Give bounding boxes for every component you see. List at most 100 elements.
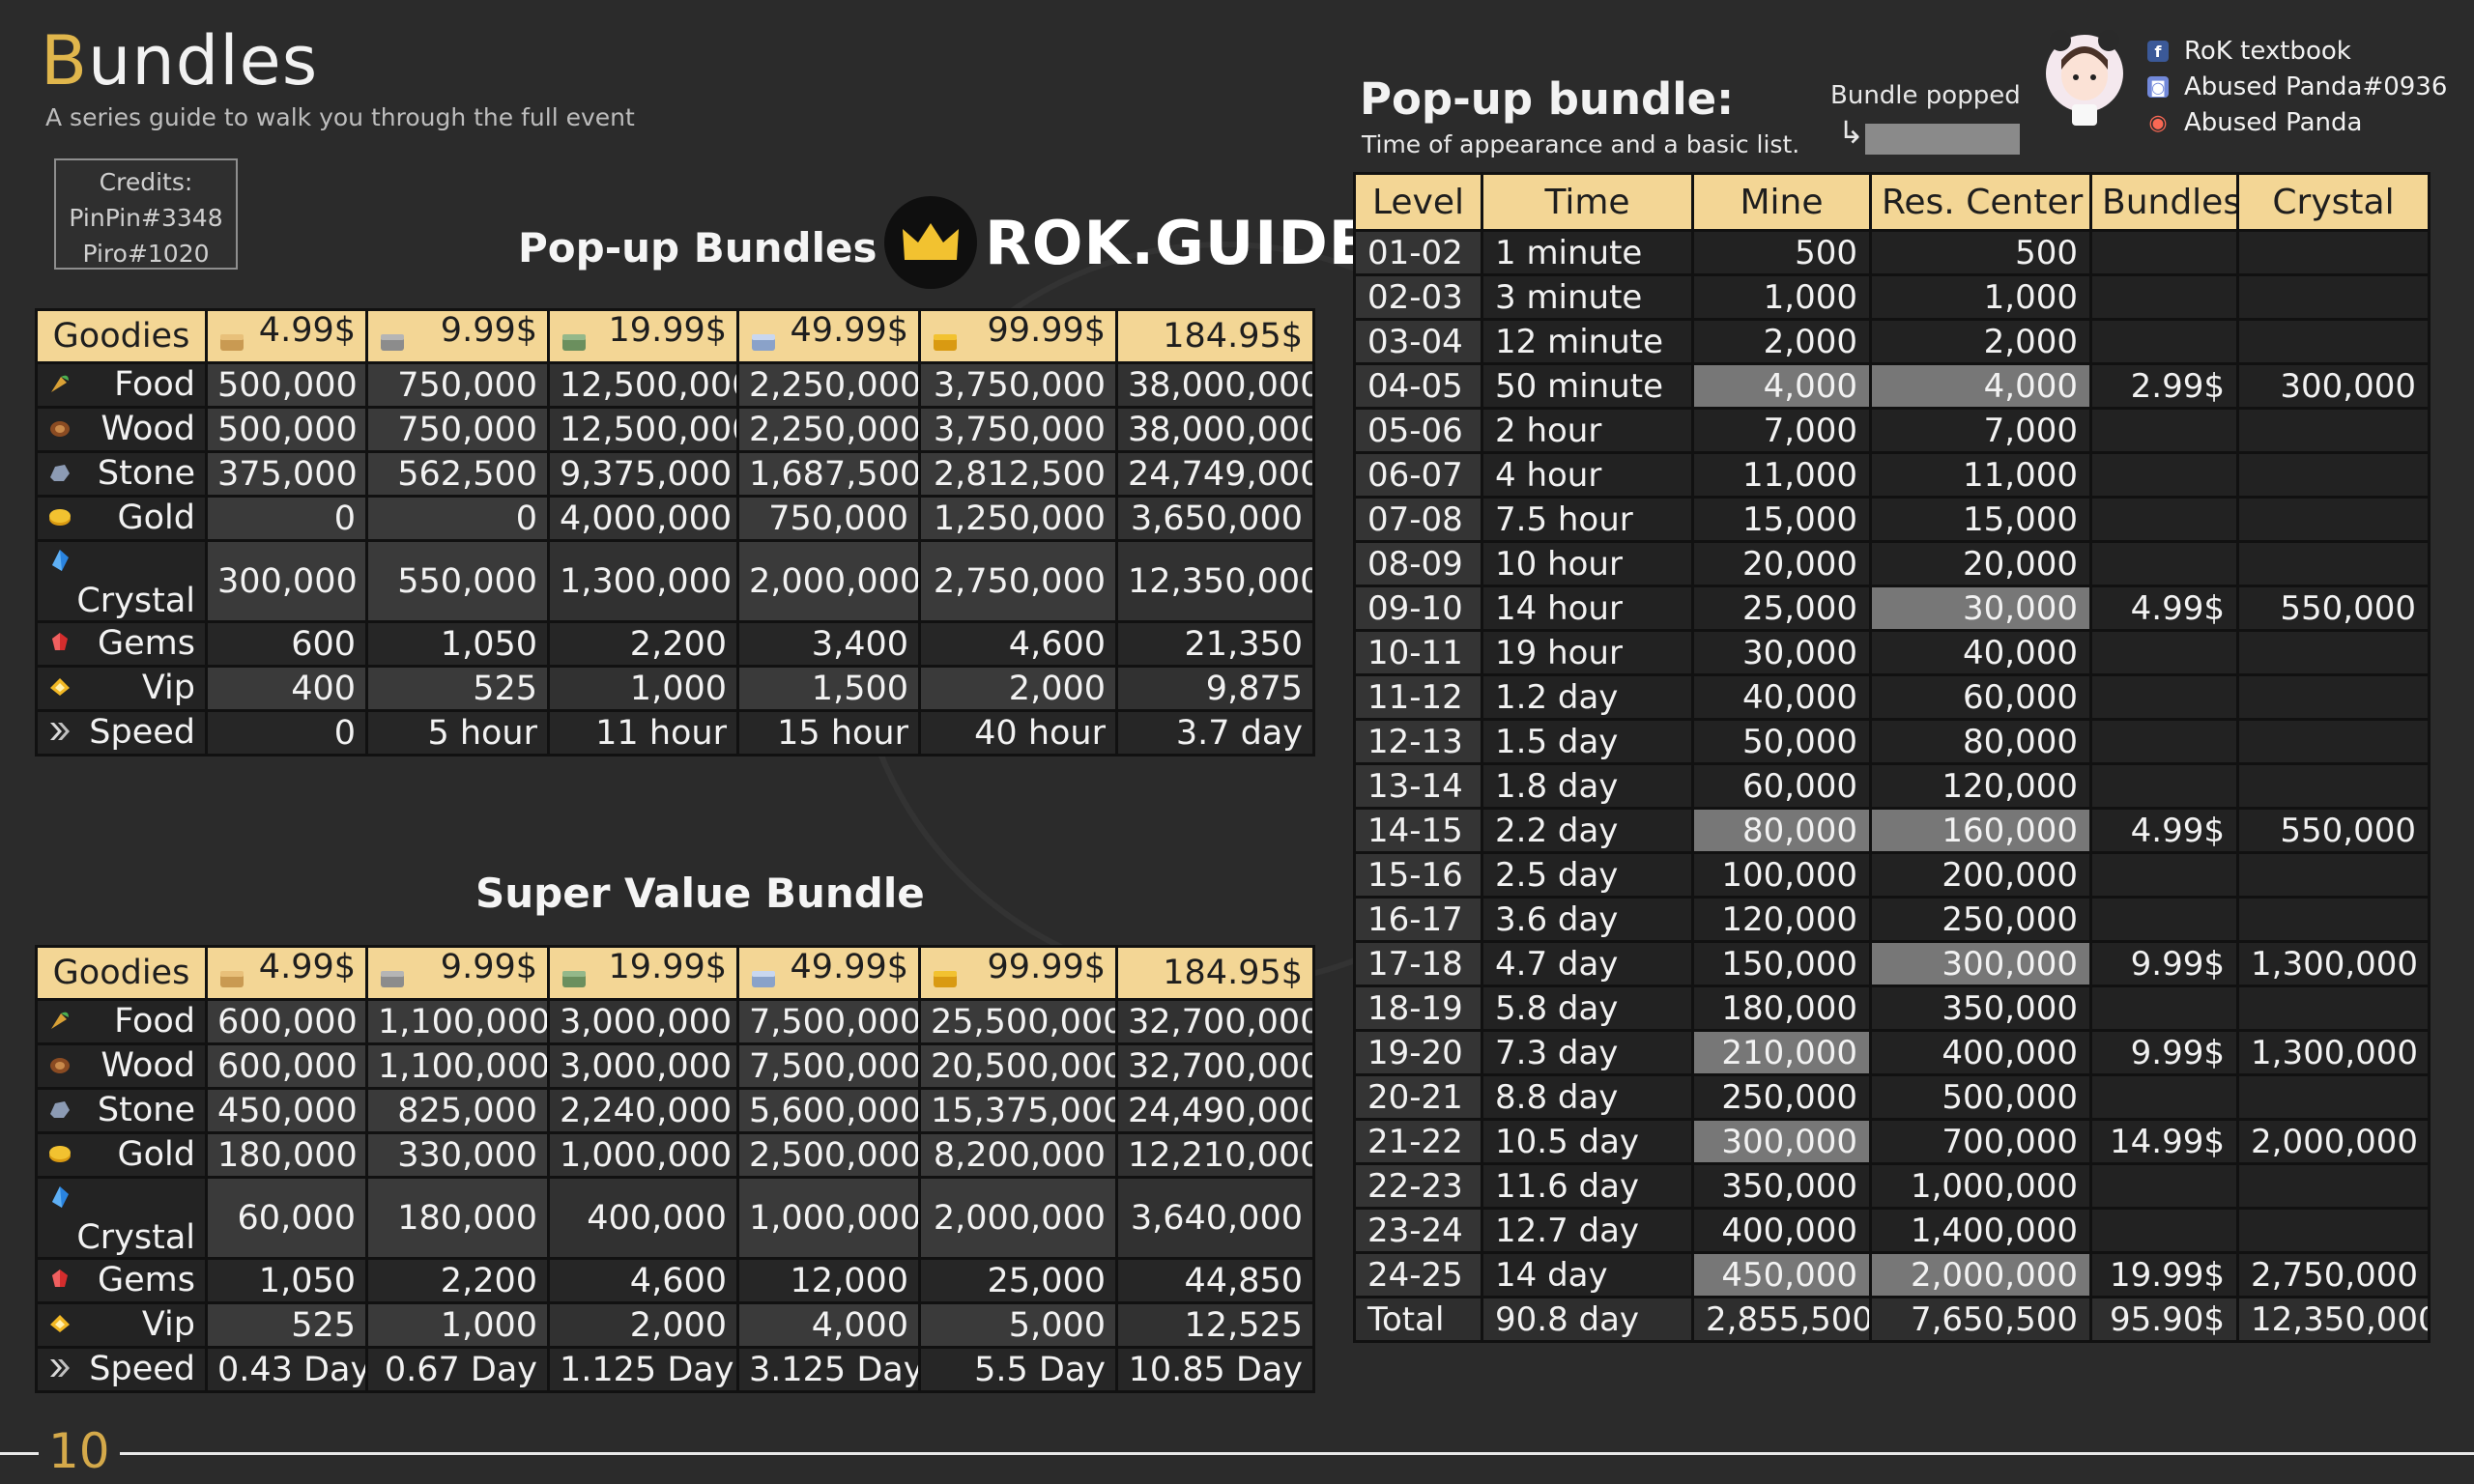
table-cell: 0 [205,495,368,542]
table-cell: 04-05 [1353,362,1483,410]
table-cell: 32,700,000 [1115,998,1315,1045]
table-cell: 7,000 [1869,407,2092,454]
table-cell: 80,000 [1869,718,2092,765]
table-cell [2236,629,2431,676]
table-cell: 1,300,000 [547,539,739,623]
table-cell: 25,500,000 [918,998,1118,1045]
table-cell [2236,1073,2431,1121]
table-cell: 12,350,000 [2236,1296,2431,1343]
table-row: 08-09 10 hour 20,000 20,000 [1353,540,2431,587]
total-row: Total 90.8 day 2,855,500 7,650,500 95.90$ 12,… [1353,1296,2431,1343]
table-cell: 350,000 [1691,1162,1872,1210]
table-cell: 3,400 [736,620,921,668]
table-cell: 12-13 [1353,718,1483,765]
silver-chest-icon [378,959,407,997]
table-cell: 1,050 [205,1257,368,1304]
table-cell: 330,000 [365,1131,550,1179]
table-cell: 0 [205,709,368,756]
header-label: 4.99$ [258,311,356,351]
table-cell: 4.99$ [2089,585,2239,632]
table-cell: 09-10 [1353,585,1483,632]
stone-icon [47,1092,72,1130]
table-cell: 18-19 [1353,985,1483,1032]
logo-text: ROK.GUIDE [985,207,1371,278]
table-cell: 2 hour [1481,407,1694,454]
table-cell: 3,640,000 [1115,1176,1315,1260]
social-facebook[interactable]: f RoK textbook [2147,37,2351,66]
crystal-chest-icon [749,959,778,997]
table-cell: 2,750,000 [918,539,1118,623]
table-cell: 2,240,000 [547,1087,739,1134]
gold-chest-icon [931,959,960,997]
header-label: 9.99$ [440,311,537,351]
table-cell: 3,000,000 [547,998,739,1045]
table-cell: 700,000 [1869,1118,2092,1165]
social-discord[interactable]: ◙ Abused Panda#0936 [2147,72,2447,101]
header-price: 99.99$ [918,308,1118,364]
header-price: 49.99$ [736,308,921,364]
header-cell: Crystal [2236,172,2431,232]
table-cell: 1 minute [1481,229,1694,276]
table-row: Vip 525 1,000 2,000 4,000 5,000 12,525 [35,1301,1315,1349]
table-cell: 14 day [1481,1251,1694,1298]
table-cell: 200,000 [1869,851,2092,899]
row-label: Gems [35,620,208,668]
table-cell: 11,000 [1869,451,2092,499]
table-cell: 750,000 [736,495,921,542]
table-cell [2089,273,2239,321]
table-cell: 20,000 [1869,540,2092,587]
table-cell [2089,496,2239,543]
social-patreon[interactable]: ◉ Abused Panda [2147,108,2362,137]
table-cell: 13-14 [1353,762,1483,810]
table-cell: 300,000 [2236,362,2431,410]
table-cell: 500,000 [205,406,368,453]
table-cell: 12,350,000 [1115,539,1315,623]
panda-avatar [2041,27,2128,133]
table-cell: 4.7 day [1481,940,1694,987]
table-row: 20-21 8.8 day 250,000 500,000 [1353,1073,2431,1121]
table-cell: 500 [1691,229,1872,276]
header-price: 19.99$ [547,308,739,364]
table-cell: 10.85 Day [1115,1346,1315,1393]
table-cell: 1,000,000 [547,1131,739,1179]
table-cell: 22-23 [1353,1162,1483,1210]
table-cell: 1,000,000 [736,1176,921,1260]
header-goodies: Goodies [35,308,208,364]
table-row: 14-15 2.2 day 80,000 160,000 4.99$ 550,000 [1353,807,2431,854]
table-row: Stone 375,000 562,500 9,375,000 1,687,500 2,8… [35,450,1315,498]
table-cell: 9.99$ [2089,940,2239,987]
table-cell: 1,000,000 [1869,1162,2092,1210]
table-cell [2089,1073,2239,1121]
row-label: Speed [35,1346,208,1393]
crystal-icon [47,1181,72,1219]
table-cell: 160,000 [1869,807,2092,854]
table-cell: 1,000 [1691,273,1872,321]
table-cell: 1,300,000 [2236,940,2431,987]
super-value-table: Goodies 4.99$ 9.99$ 19.99$ 49.99$ 99.99$ 184.9… [35,945,1315,1393]
table-cell: 2,000,000 [918,1176,1118,1260]
table-cell: 60,000 [1691,762,1872,810]
table-cell: 50,000 [1691,718,1872,765]
table-cell: 3.6 day [1481,896,1694,943]
table-cell: 2,000,000 [736,539,921,623]
header-label: 184.95$ [1163,954,1303,992]
table-cell: 4,000,000 [547,495,739,542]
table-cell [2236,896,2431,943]
table-cell: 14-15 [1353,807,1483,854]
table-row: Food 600,000 1,100,000 3,000,000 7,500,000 25… [35,998,1315,1045]
table-cell: 3,750,000 [918,361,1118,409]
table-cell: 12,000 [736,1257,921,1304]
table-cell: 1,100,000 [365,998,550,1045]
table-cell: 400 [205,665,368,712]
table-cell: 2,250,000 [736,406,921,453]
table-row: Wood 500,000 750,000 12,500,000 2,250,000 3,7… [35,406,1315,453]
header-goodies: Goodies [35,945,208,1001]
table-cell: 20-21 [1353,1073,1483,1121]
table-row: 13-14 1.8 day 60,000 120,000 [1353,762,2431,810]
wooden-chest-icon [217,323,246,360]
table-row: 21-22 10.5 day 300,000 700,000 14.99$ 2,000,0… [1353,1118,2431,1165]
header-label: Goodies [52,954,190,992]
table-cell: 12,500,000 [547,406,739,453]
row-label-text: Food [114,1002,195,1042]
jade-chest-icon [560,959,589,997]
